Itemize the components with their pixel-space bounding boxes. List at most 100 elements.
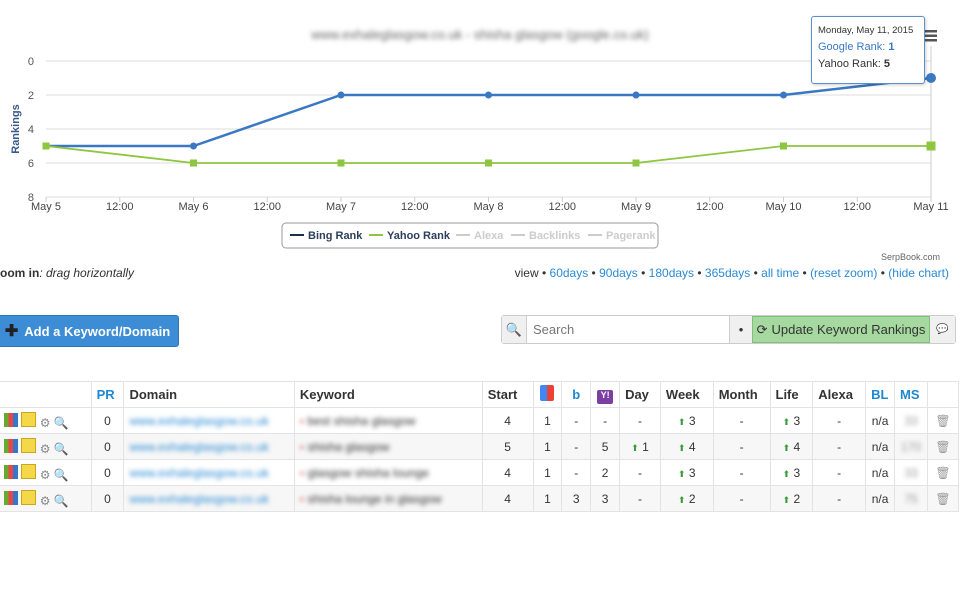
chart-icon[interactable]	[4, 412, 18, 427]
chart-icon[interactable]	[4, 490, 18, 505]
cell-domain[interactable]: www.exhaleglasgow.co.uk	[123, 433, 295, 460]
legend-item[interactable]: Bing Rank	[308, 230, 363, 242]
data-point[interactable]	[485, 91, 492, 99]
keyword-value: best shisha glasgow	[307, 413, 416, 428]
ms-value: 170	[901, 439, 922, 454]
column-header[interactable]: MS	[894, 381, 928, 408]
view-link[interactable]: 90days	[599, 266, 638, 280]
x-tick-label: May 8	[474, 201, 504, 213]
domain-link[interactable]: www.exhaleglasgow.co.uk	[129, 440, 268, 454]
help-icon[interactable]: 💬	[930, 316, 955, 343]
y-tick-label: 0	[28, 56, 34, 68]
column-header: Week	[659, 381, 714, 408]
cell-week: ⬆ 3	[659, 459, 714, 486]
cell-day: -	[619, 407, 661, 434]
arrow-up-icon: ⬆	[631, 442, 639, 453]
delete-button[interactable]: 🗑	[926, 485, 960, 512]
search-icon[interactable]: 🔍	[54, 442, 69, 456]
legend-item[interactable]: Yahoo Rank	[387, 230, 451, 242]
cell-domain[interactable]: www.exhaleglasgow.co.uk	[123, 459, 295, 486]
bl-value: n/a	[871, 491, 889, 506]
chart-credit[interactable]: SerpBook.com	[881, 252, 940, 262]
data-point[interactable]	[485, 159, 492, 167]
view-link[interactable]: 60days	[550, 266, 589, 280]
delete-button[interactable]: 🗑	[926, 433, 960, 460]
cell-b: -	[561, 407, 592, 434]
cell-domain[interactable]: www.exhaleglasgow.co.uk	[123, 485, 295, 512]
note-icon[interactable]	[21, 463, 37, 479]
view-link[interactable]: 180days	[649, 266, 694, 280]
view-range-links: view • 60days • 90days • 180days • 365da…	[514, 266, 949, 280]
chart-title: www.exhaleglasgow.co.uk - shisha glasgow…	[310, 27, 648, 42]
cell-ms: 33	[894, 407, 928, 434]
data-point[interactable]	[926, 141, 936, 151]
view-link[interactable]: all time	[761, 266, 799, 280]
life-value: 3	[793, 465, 801, 480]
cell-y: 3	[590, 485, 621, 512]
cell-domain[interactable]: www.exhaleglasgow.co.uk	[123, 407, 295, 434]
table-row: ⚙ 🔍 0 www.exhaleglasgow.co.uk ▪ shisha glas…	[0, 433, 960, 460]
add-keyword-button[interactable]: ✚ Add a Keyword/Domain	[0, 315, 179, 347]
chart-icon[interactable]	[4, 464, 18, 479]
column-header[interactable]: BL	[865, 381, 896, 408]
data-point[interactable]	[632, 91, 640, 99]
b-value: -	[574, 465, 579, 480]
menu-icon[interactable]	[925, 30, 937, 33]
y-tick-label: 4	[28, 124, 34, 136]
data-point[interactable]	[337, 91, 345, 99]
delete-button[interactable]: 🗑	[926, 459, 960, 486]
menu-icon[interactable]	[925, 39, 937, 42]
cell-start: 5	[481, 433, 534, 460]
yahoo-icon: Y!	[590, 381, 621, 408]
day-value: -	[637, 465, 642, 480]
start-value: 4	[504, 413, 511, 428]
domain-link[interactable]: www.exhaleglasgow.co.uk	[129, 414, 268, 428]
domain-link[interactable]: www.exhaleglasgow.co.uk	[129, 492, 268, 506]
data-point[interactable]	[190, 142, 197, 150]
alexa-value: -	[837, 491, 842, 506]
week-value: 2	[688, 491, 696, 506]
menu-icon[interactable]	[925, 34, 937, 38]
day-value: -	[637, 413, 642, 428]
x-tick-label: 12:00	[548, 201, 576, 213]
note-icon[interactable]	[21, 489, 37, 505]
data-point[interactable]	[190, 159, 197, 167]
delete-button[interactable]: 🗑	[926, 407, 960, 434]
view-link[interactable]: 365days	[705, 266, 750, 280]
data-point[interactable]	[632, 159, 640, 167]
search-icon[interactable]: 🔍	[54, 494, 69, 508]
search-input[interactable]	[527, 316, 729, 343]
search-options-button[interactable]: •	[729, 316, 752, 343]
domain-link[interactable]: www.exhaleglasgow.co.uk	[129, 466, 268, 480]
cell-alexa: -	[812, 407, 867, 434]
note-icon[interactable]	[21, 437, 37, 453]
legend-item[interactable]: Backlinks	[529, 230, 580, 242]
data-point[interactable]	[926, 73, 936, 83]
data-point[interactable]	[42, 142, 50, 150]
cell-keyword: ▪ shisha glasgow	[293, 433, 483, 460]
search-icon[interactable]: 🔍	[54, 416, 69, 430]
view-link[interactable]: (hide chart)	[888, 266, 949, 280]
settings-icon[interactable]: ⚙	[40, 494, 51, 508]
column-header: Domain	[123, 381, 295, 408]
view-link[interactable]: (reset zoom)	[810, 266, 877, 280]
bl-value: n/a	[871, 413, 889, 428]
legend-item[interactable]: Alexa	[474, 230, 504, 242]
y-value: 5	[601, 439, 609, 454]
update-rankings-button[interactable]: ⟳ Update Keyword Rankings	[752, 316, 930, 343]
settings-icon[interactable]: ⚙	[40, 416, 51, 430]
search-icon[interactable]: 🔍	[54, 468, 69, 482]
settings-icon[interactable]: ⚙	[40, 442, 51, 456]
column-header[interactable]: PR	[90, 381, 125, 408]
legend-item[interactable]: Pagerank	[606, 230, 656, 242]
data-point[interactable]	[780, 91, 787, 99]
x-tick-label: May 10	[765, 201, 801, 213]
cell-week: ⬆ 3	[659, 407, 714, 434]
note-icon[interactable]	[21, 411, 37, 427]
settings-icon[interactable]: ⚙	[40, 468, 51, 482]
data-point[interactable]	[780, 142, 787, 150]
arrow-up-icon: ⬆	[782, 494, 791, 505]
column-header: Month	[712, 381, 771, 408]
data-point[interactable]	[337, 159, 345, 167]
chart-icon[interactable]	[4, 438, 18, 453]
